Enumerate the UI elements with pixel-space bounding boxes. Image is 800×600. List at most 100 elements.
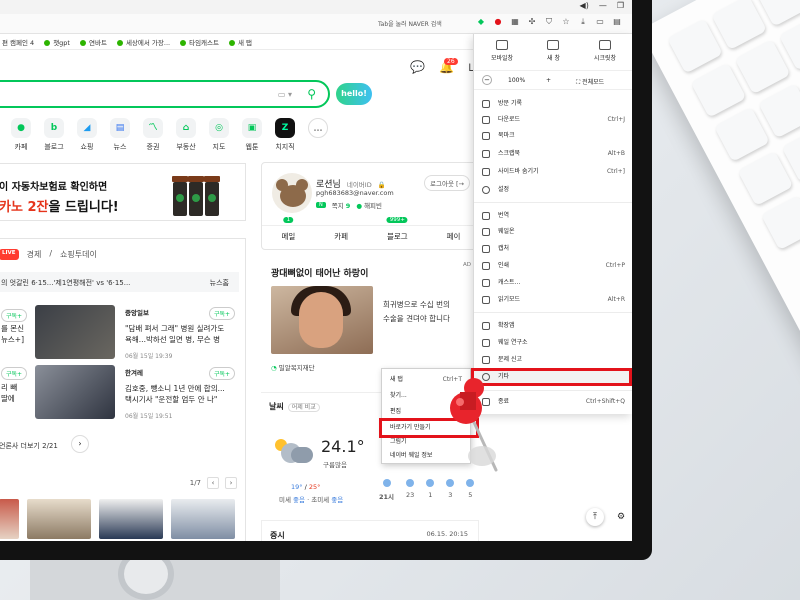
settings-button[interactable]: ⚙ [612, 508, 630, 526]
service-shopping[interactable]: ◢ 쇼핑 [76, 118, 98, 152]
record-icon[interactable]: ● [493, 17, 503, 27]
service-map[interactable]: ◎ 지도 [208, 118, 230, 152]
news-tab-shopping[interactable]: 쇼핑투데이 [60, 249, 97, 260]
subscribe-button[interactable]: 구독+ [1, 309, 28, 322]
menu-item-translate[interactable]: 번역 [474, 208, 632, 224]
ctx-item-find[interactable]: 찾기... [382, 389, 472, 403]
bookmark-item[interactable]: 편 캠페인 4 [2, 37, 34, 47]
news-text[interactable]: 김호중, 뺑소니 1년 만에 합의... 택시기사 "운전할 엄두 안 나" [125, 383, 225, 405]
menu-item-extensions[interactable]: 확장앱 [474, 318, 632, 334]
weather-compare-button[interactable]: 어제 비교 [287, 403, 320, 412]
search-icon[interactable]: ⚲ [307, 87, 316, 101]
ctx-item-edit[interactable]: 편집 [382, 405, 472, 419]
avatar[interactable] [272, 173, 312, 213]
service-chzzk[interactable]: Z 치지직 [274, 118, 296, 152]
menu-item-history[interactable]: 방문 기록 [474, 96, 632, 112]
bookmark-item[interactable]: 챗gpt [44, 37, 70, 47]
menu-item-scrapbook[interactable]: 스크랩북 Alt+B [474, 146, 632, 162]
stock-widget[interactable]: 증시 06.15. 20:15 [261, 520, 479, 541]
bookmark-item[interactable]: 타임캐스트 [180, 37, 219, 47]
download-icon[interactable]: ⤓ [578, 17, 588, 27]
thumbnail[interactable] [171, 499, 235, 539]
menu-item-downloads[interactable]: 다운로드 Ctrl+J [474, 112, 632, 128]
minimize-icon[interactable]: — [599, 1, 607, 10]
news-snippet[interactable]: 리 빼 딸에 [1, 382, 17, 404]
ctx-item-new-tab[interactable]: 새 탭 Ctrl+T [382, 373, 472, 387]
profile-menu-pay[interactable]: 페이 [447, 231, 461, 242]
subscribe-button[interactable]: 구독+ [209, 307, 236, 320]
thumbnail[interactable] [0, 499, 19, 539]
news-snippet[interactable]: 를 몬신 뉴스+] [1, 323, 24, 345]
menu-item-exit[interactable]: 종료 Ctrl+Shift+Q [474, 394, 632, 410]
logout-button[interactable]: 로그아웃 [→ [424, 175, 470, 191]
zoom-out-button[interactable]: − [482, 75, 492, 85]
press-name[interactable]: 한겨레 [125, 367, 143, 377]
puzzle-icon[interactable]: ✣ [527, 17, 537, 27]
menu-item-cast[interactable]: 캐스트... [474, 275, 632, 291]
news-photo[interactable] [35, 305, 115, 359]
whale-icon[interactable]: ◆ [476, 17, 486, 27]
thumbnail[interactable] [99, 499, 163, 539]
news-text[interactable]: "담배 펴서 그래" 병원 실려가도 욕해...박하선 일면 병, 무슨 병 [125, 323, 224, 345]
news-photo[interactable] [35, 365, 115, 419]
press-name[interactable]: 중앙일보 [125, 307, 149, 317]
next-button[interactable]: › [225, 477, 237, 489]
message-count[interactable]: 쪽지 9 [332, 200, 351, 210]
service-news[interactable]: ▤ 뉴스 [109, 118, 131, 152]
news-tab-economy[interactable]: 경제 [27, 249, 42, 260]
news-headline[interactable]: 의 엇갈린 6·15...'제1연평해전' vs '6·15... 뉴스홈 [0, 272, 239, 292]
ctx-item-about[interactable]: 네이버 웨일 정보 [382, 449, 472, 463]
profile-menu-blog[interactable]: 999+ 블로그 [386, 217, 408, 242]
prev-button[interactable]: ‹ [207, 477, 219, 489]
quick-secret-window[interactable]: 시크릿창 [594, 40, 616, 62]
quick-mobile-window[interactable]: 모바일창 [491, 40, 513, 62]
menu-item-hide-sidebar[interactable]: 사이드바 숨기기 Ctrl+] [474, 164, 632, 180]
menu-item-print[interactable]: 인쇄 Ctrl+P [474, 258, 632, 274]
scroll-top-button[interactable]: ⤒ [586, 508, 604, 526]
service-webtoon[interactable]: ▣ 웹툰 [241, 118, 263, 152]
zoom-in-button[interactable]: + [546, 77, 551, 84]
service-realestate[interactable]: ⌂ 부동산 [175, 118, 197, 152]
menu-item-capture[interactable]: 캡처 [474, 241, 632, 257]
keyboard-icon[interactable]: ▭ ▾ [278, 90, 292, 99]
search-box[interactable]: ▭ ▾ ⚲ [0, 80, 330, 108]
menu-icon[interactable]: ⋮ [629, 17, 632, 27]
quick-new-window[interactable]: 새 창 [547, 40, 560, 62]
news-home-link[interactable]: 뉴스홈 [210, 278, 229, 288]
fullscreen-button[interactable]: ⛶ 전체모드 [576, 77, 604, 87]
menu-item-whale-on[interactable]: 웨일온 [474, 224, 632, 240]
grid-icon[interactable]: ▦ [510, 17, 520, 27]
service-cafe[interactable]: ● 카페 [10, 118, 32, 152]
volume-icon[interactable]: ◀) [580, 1, 589, 10]
restore-icon[interactable]: ❐ [617, 1, 624, 10]
menu-item-bookmarks[interactable]: 북마크 [474, 128, 632, 144]
profile-menu-mail[interactable]: 1 메일 [281, 217, 295, 242]
happybean-link[interactable]: ● 해피빈 [356, 200, 382, 210]
service-blog[interactable]: b 블로그 [43, 118, 65, 152]
service-more[interactable]: … [307, 118, 329, 152]
press-more-link[interactable]: 언론사 더보기 2/21 [0, 441, 58, 451]
shield-icon[interactable]: ⛉ [544, 17, 554, 27]
bookmark-item[interactable]: 연바트 [79, 37, 107, 47]
hello-button[interactable]: hello! [336, 83, 372, 105]
menu-item-reader-mode[interactable]: 읽기모드 Alt+R [474, 292, 632, 308]
subscribe-button[interactable]: 구독+ [209, 367, 236, 380]
profile-menu-cafe[interactable]: 카페 [334, 231, 348, 242]
layout-icon[interactable]: ▤ [612, 17, 622, 27]
service-stock[interactable]: 〽 증권 [142, 118, 164, 152]
next-page-button[interactable]: › [71, 435, 89, 453]
live-badge[interactable]: LIVE [0, 249, 19, 260]
menu-item-settings[interactable]: 설정 [474, 182, 632, 198]
npay-badge[interactable]: N [316, 202, 326, 208]
subscribe-button[interactable]: 구독+ [1, 367, 28, 380]
bookmark-item[interactable]: 새 탭 [229, 37, 252, 47]
donation-ad-card[interactable]: 광대뼈없이 태어난 하랑이 AD 희귀병으로 수십 번의 수술을 견뎌야 합니다 … [261, 258, 479, 380]
star-icon[interactable]: ☆ [561, 17, 571, 27]
screen-icon[interactable]: ▭ [595, 17, 605, 27]
ad-banner[interactable]: 이 자동차보험료 확인하면 카노 2잔을 드립니다! [0, 163, 246, 221]
thumbnail[interactable] [27, 499, 91, 539]
menu-item-report[interactable]: 문제 신고 [474, 352, 632, 368]
menu-item-whale-lab[interactable]: 웨일 연구소 [474, 335, 632, 351]
talk-icon[interactable]: 💬 [410, 60, 425, 74]
bookmark-item[interactable]: 세상에서 가장... [116, 37, 170, 47]
